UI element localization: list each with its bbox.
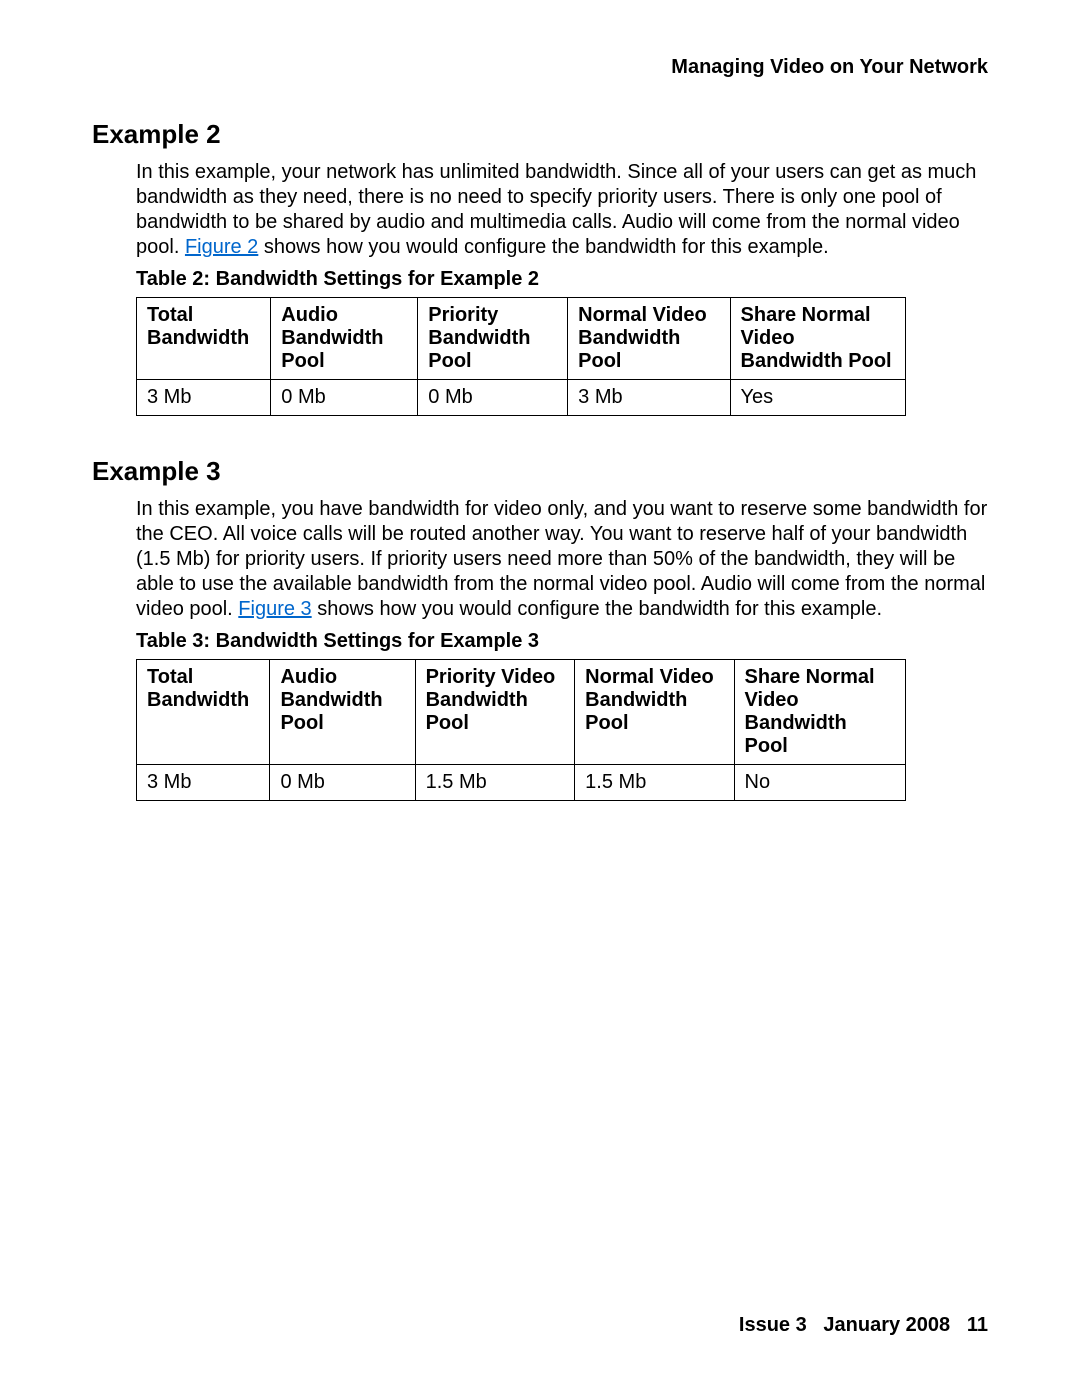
table-header-cell: Normal Video Bandwidth Pool bbox=[568, 298, 730, 380]
example-3-paragraph: In this example, you have bandwidth for … bbox=[136, 497, 988, 622]
table-header-cell: Total Bandwidth bbox=[137, 660, 270, 765]
table-header-cell: Normal Video Bandwidth Pool bbox=[575, 660, 734, 765]
table-cell: 1.5 Mb bbox=[415, 765, 575, 801]
table-2-caption: Table 2: Bandwidth Settings for Example … bbox=[136, 268, 988, 291]
example-2-paragraph: In this example, your network has unlimi… bbox=[136, 160, 988, 260]
table-3: Total Bandwidth Audio Bandwidth Pool Pri… bbox=[136, 659, 906, 801]
table-row: 3 Mb 0 Mb 0 Mb 3 Mb Yes bbox=[137, 380, 906, 416]
footer-issue: Issue 3 bbox=[739, 1314, 807, 1336]
table-header-cell: Audio Bandwidth Pool bbox=[271, 298, 418, 380]
table-cell: 1.5 Mb bbox=[575, 765, 734, 801]
table-cell: 0 Mb bbox=[418, 380, 568, 416]
table-cell: 0 Mb bbox=[270, 765, 415, 801]
example-2-text-after: shows how you would configure the bandwi… bbox=[258, 236, 828, 258]
table-cell: 3 Mb bbox=[137, 380, 271, 416]
page-footer: Issue 3 January 2008 11 bbox=[739, 1314, 988, 1337]
figure-3-link[interactable]: Figure 3 bbox=[238, 598, 311, 620]
document-page: Managing Video on Your Network Example 2… bbox=[0, 0, 1080, 1397]
table-cell: 3 Mb bbox=[568, 380, 730, 416]
table-cell: Yes bbox=[730, 380, 905, 416]
table-row: Total Bandwidth Audio Bandwidth Pool Pri… bbox=[137, 298, 906, 380]
table-header-cell: Audio Bandwidth Pool bbox=[270, 660, 415, 765]
table-3-caption: Table 3: Bandwidth Settings for Example … bbox=[136, 630, 988, 653]
table-header-cell: Priority Video Bandwidth Pool bbox=[415, 660, 575, 765]
figure-2-link[interactable]: Figure 2 bbox=[185, 236, 258, 258]
table-header-cell: Priority Bandwidth Pool bbox=[418, 298, 568, 380]
footer-page-number: 11 bbox=[967, 1314, 988, 1336]
table-cell: 0 Mb bbox=[271, 380, 418, 416]
table-2: Total Bandwidth Audio Bandwidth Pool Pri… bbox=[136, 297, 906, 416]
example-3-text-after: shows how you would configure the bandwi… bbox=[312, 598, 882, 620]
table-header-cell: Total Bandwidth bbox=[137, 298, 271, 380]
example-3-heading: Example 3 bbox=[92, 456, 988, 487]
table-cell: 3 Mb bbox=[137, 765, 270, 801]
footer-date: January 2008 bbox=[823, 1314, 950, 1336]
table-row: 3 Mb 0 Mb 1.5 Mb 1.5 Mb No bbox=[137, 765, 906, 801]
page-header: Managing Video on Your Network bbox=[92, 56, 988, 79]
table-header-cell: Share Normal Video Bandwidth Pool bbox=[730, 298, 905, 380]
table-cell: No bbox=[734, 765, 905, 801]
table-row: Total Bandwidth Audio Bandwidth Pool Pri… bbox=[137, 660, 906, 765]
example-2-heading: Example 2 bbox=[92, 119, 988, 150]
table-header-cell: Share Normal Video Bandwidth Pool bbox=[734, 660, 905, 765]
